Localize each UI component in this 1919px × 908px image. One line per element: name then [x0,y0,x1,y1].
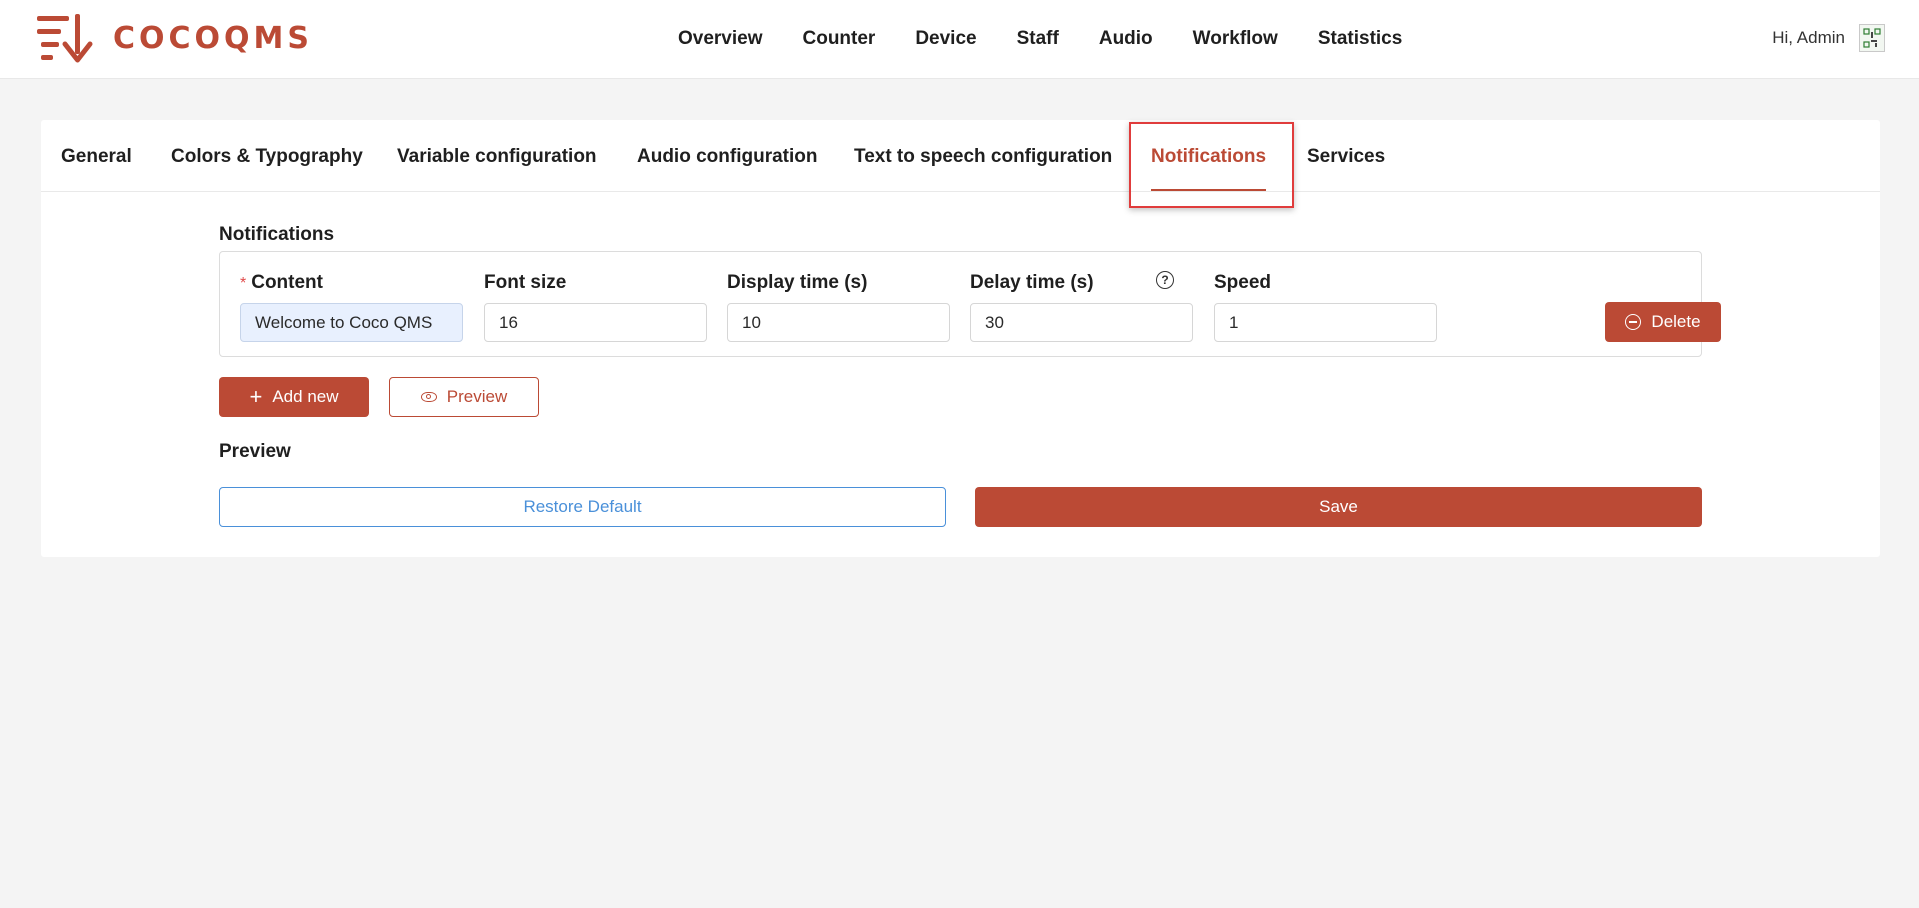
add-new-label: Add new [272,387,339,406]
display-time-label: Display time (s) [727,272,868,293]
nav-item-staff[interactable]: Staff [1017,26,1059,52]
restore-default-button[interactable]: Restore Default [219,487,946,527]
minus-circle-icon [1625,314,1642,330]
font-size-input[interactable]: 16 [484,303,707,342]
main-nav: Overview Counter Device Staff Audio Work… [678,26,1402,52]
nav-item-statistics[interactable]: Statistics [1318,26,1402,52]
content-label: * Content [240,272,323,294]
app-logo[interactable]: COCOQMS [37,14,313,64]
logo-text: COCOQMS [113,21,314,56]
tab-variable-configuration[interactable]: Variable configuration [397,144,597,170]
display-time-input[interactable]: 10 [727,303,950,342]
delay-time-label: Delay time (s) [970,272,1094,293]
add-new-button[interactable]: + Add new [219,377,369,417]
notifications-title: Notifications [219,224,335,245]
qr-avatar-icon [1863,28,1881,48]
settings-card: General Colors & Typography Variable con… [41,120,1880,557]
content-input[interactable]: Welcome to Coco QMS [240,303,463,342]
user-menu[interactable]: Hi, Admin [1772,24,1885,52]
help-icon[interactable]: ? [1156,271,1174,289]
delete-button[interactable]: Delete [1605,302,1721,342]
delay-time-input[interactable]: 30 [970,303,1193,342]
logo-icon [37,14,93,63]
user-greeting: Hi, Admin [1772,28,1845,47]
eye-icon [420,392,437,402]
nav-item-device[interactable]: Device [915,26,976,52]
tab-notifications[interactable]: Notifications [1151,144,1266,170]
tab-services[interactable]: Services [1307,144,1385,170]
nav-item-audio[interactable]: Audio [1099,26,1153,52]
avatar[interactable] [1859,24,1885,52]
top-header: COCOQMS Overview Counter Device Staff Au… [0,0,1919,79]
font-size-label: Font size [484,272,567,293]
tab-audio-configuration[interactable]: Audio configuration [637,144,817,170]
nav-item-overview[interactable]: Overview [678,26,763,52]
tab-colors-typography[interactable]: Colors & Typography [171,144,363,170]
settings-tabs: General Colors & Typography Variable con… [41,120,1880,192]
speed-input[interactable]: 1 [1214,303,1437,342]
tab-tts-configuration[interactable]: Text to speech configuration [854,144,1112,170]
plus-icon: + [249,384,263,409]
nav-item-counter[interactable]: Counter [803,26,876,52]
preview-label: Preview [446,387,508,406]
nav-item-workflow[interactable]: Workflow [1193,26,1278,52]
content-label-text: Content [251,272,323,293]
notification-row: * Content Font size Display time (s) Dela… [219,251,1721,357]
active-tab-indicator [1151,189,1266,191]
required-mark: * [240,275,247,292]
speed-label: Speed [1214,272,1272,293]
preview-title: Preview [219,441,291,462]
delete-label: Delete [1651,312,1701,331]
tab-general[interactable]: General [61,144,132,170]
save-button[interactable]: Save [975,487,1702,527]
preview-button[interactable]: Preview [389,377,539,417]
